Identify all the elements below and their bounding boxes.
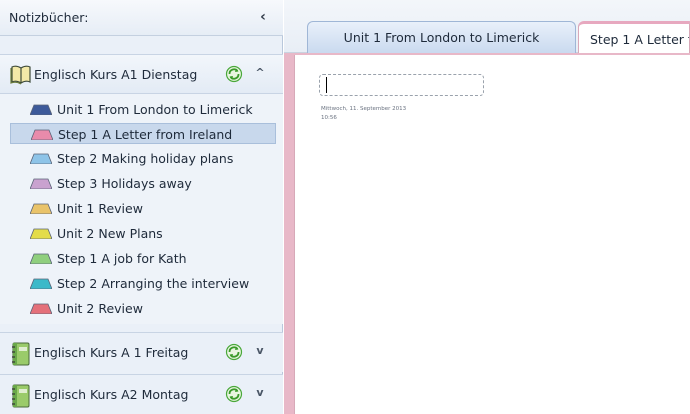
section-tab-icon bbox=[31, 129, 53, 140]
sync-icon bbox=[225, 385, 243, 403]
page-title-input[interactable] bbox=[319, 74, 484, 96]
section-list: Unit 1 From London to Limerick Step 1 A … bbox=[0, 94, 283, 324]
section-tab-icon bbox=[30, 278, 52, 289]
section-label: Unit 1 Review bbox=[57, 201, 143, 216]
notebook-englisch-a2-montag[interactable]: Englisch Kurs A2 Montag v bbox=[0, 374, 283, 414]
section-item[interactable]: Step 2 Making holiday plans bbox=[10, 148, 276, 169]
sync-icon bbox=[225, 343, 243, 361]
section-label: Step 1 A job for Kath bbox=[57, 251, 187, 266]
section-tab-icon bbox=[30, 253, 52, 264]
note-page[interactable]: Mittwoch, 11. September 2013 10:56 bbox=[294, 55, 690, 414]
tab-unit-1-from-london-to-limerick[interactable]: Unit 1 From London to Limerick bbox=[307, 21, 576, 54]
section-label: Step 3 Holidays away bbox=[57, 176, 192, 191]
notebook-label: Englisch Kurs A 1 Freitag bbox=[34, 345, 189, 360]
section-label: Step 1 A Letter from Ireland bbox=[58, 127, 233, 142]
chevron-down-icon[interactable]: v bbox=[253, 344, 267, 358]
page-tab-bar: Unit 1 From London to Limerick Step 1 A … bbox=[284, 0, 690, 54]
notebook-englisch-a1-freitag[interactable]: Englisch Kurs A 1 Freitag v bbox=[0, 332, 283, 372]
section-label: Step 2 Making holiday plans bbox=[57, 151, 234, 166]
section-tab-icon bbox=[30, 153, 52, 164]
section-item[interactable]: Unit 1 Review bbox=[10, 198, 276, 219]
section-item[interactable]: Unit 1 From London to Limerick bbox=[10, 99, 276, 120]
chevron-up-icon[interactable]: ^ bbox=[253, 66, 267, 80]
section-item[interactable]: Unit 2 Review bbox=[10, 298, 276, 319]
section-item[interactable]: Unit 2 New Plans bbox=[10, 223, 276, 244]
section-tab-icon bbox=[30, 178, 52, 189]
section-tab-icon bbox=[30, 203, 52, 214]
nav-header: Notizbücher: ‹ bbox=[0, 0, 283, 36]
section-item-selected[interactable]: Step 1 A Letter from Ireland bbox=[10, 123, 276, 144]
text-caret bbox=[326, 77, 327, 93]
sync-icon bbox=[225, 65, 243, 83]
section-item[interactable]: Step 1 A job for Kath bbox=[10, 248, 276, 269]
notebook-icon bbox=[12, 384, 30, 408]
notebook-icon bbox=[12, 342, 30, 366]
notebook-englisch-a1-dienstag[interactable]: Englisch Kurs A1 Dienstag ^ bbox=[0, 54, 283, 94]
page-date: Mittwoch, 11. September 2013 bbox=[321, 106, 407, 112]
section-label: Step 2 Arranging the interview bbox=[57, 276, 250, 291]
page-time: 10:56 bbox=[321, 115, 337, 121]
page-frame: Mittwoch, 11. September 2013 10:56 bbox=[284, 53, 690, 414]
tab-step-1-a-letter-from-ireland[interactable]: Step 1 A Letter from Ireland bbox=[578, 21, 690, 54]
nav-title: Notizbücher: bbox=[9, 10, 89, 25]
section-tab-icon bbox=[30, 303, 52, 314]
section-label: Unit 2 New Plans bbox=[57, 226, 163, 241]
chevron-down-icon[interactable]: v bbox=[253, 386, 267, 400]
section-label: Unit 1 From London to Limerick bbox=[57, 102, 253, 117]
collapse-pane-button[interactable]: ‹ bbox=[254, 8, 272, 26]
section-tab-icon bbox=[30, 104, 52, 115]
section-item[interactable]: Step 3 Holidays away bbox=[10, 173, 276, 194]
open-notebook-icon bbox=[10, 65, 31, 85]
notebook-label: Englisch Kurs A2 Montag bbox=[34, 387, 189, 402]
notebook-label: Englisch Kurs A1 Dienstag bbox=[34, 67, 198, 82]
section-item[interactable]: Step 2 Arranging the interview bbox=[10, 273, 276, 294]
notebook-navigation-pane: Notizbücher: ‹ Englisch Kurs A1 Dienstag… bbox=[0, 0, 283, 414]
section-tab-icon bbox=[30, 228, 52, 239]
section-label: Unit 2 Review bbox=[57, 301, 143, 316]
